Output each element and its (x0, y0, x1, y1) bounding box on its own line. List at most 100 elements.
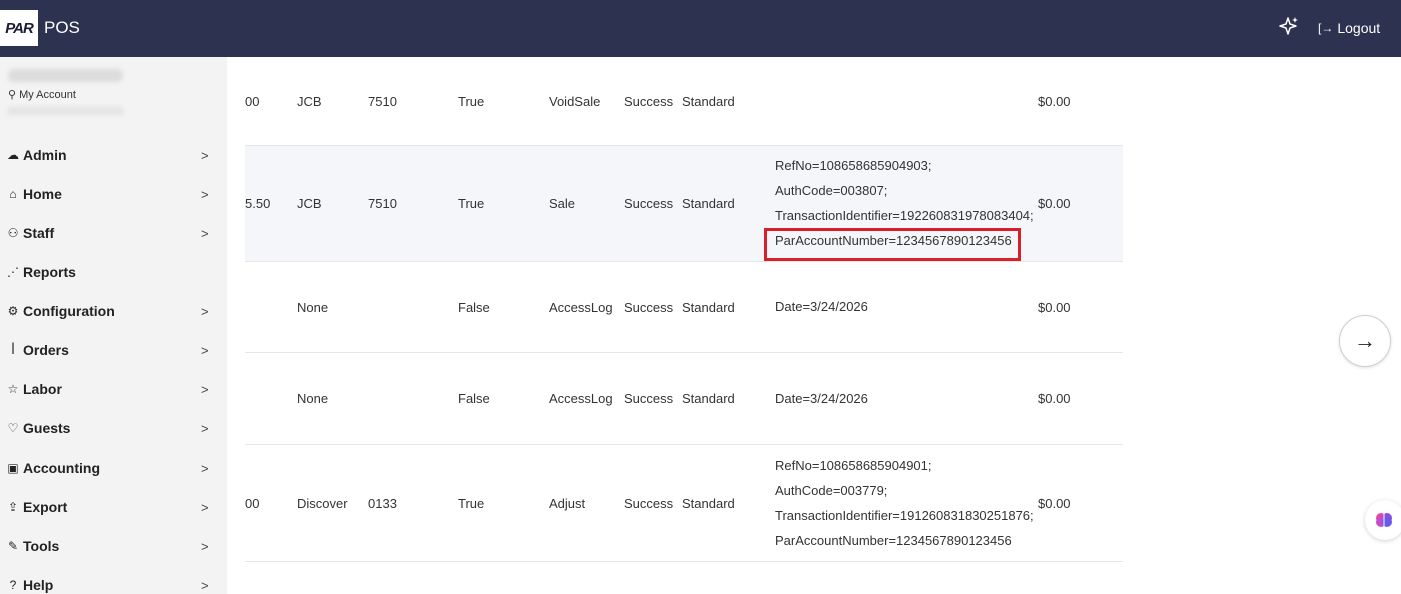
staff-icon: ⚇ (7, 226, 19, 240)
flag-cell: True (458, 94, 485, 109)
status-cell: Success (624, 391, 674, 406)
flag-cell: True (458, 196, 485, 211)
details-line: AuthCode=003779; (775, 483, 888, 498)
chevron-right-icon: > (201, 303, 209, 319)
details-line: Date=3/24/2026 (775, 391, 868, 406)
sidebar-item-home[interactable]: ⌂ Home > (0, 179, 227, 209)
sidebar: ⚲ My Account ☁ Admin > ⌂ Home > ⚇ Staff > ⋰ Report… (0, 57, 227, 594)
brain-icon (1376, 513, 1392, 527)
card-type-cell: JCB (297, 94, 322, 109)
sidebar-item-export[interactable]: ⇪ Export > (0, 492, 227, 522)
logo-text: PAR (5, 19, 34, 37)
sidebar-item-orders[interactable]: ꟾ Orders > (0, 335, 227, 365)
money-icon: ▣ (7, 461, 19, 475)
details-line: TransactionIdentifier=192260831978083404… (775, 208, 1034, 223)
table-row[interactable]: None False AccessLog Success Standard $0.00 Da… (245, 262, 1123, 353)
status-cell: Success (624, 300, 674, 315)
sidebar-item-label: Staff (23, 225, 55, 241)
last4-cell: 7510 (368, 94, 397, 109)
sidebar-item-accounting[interactable]: ▣ Accounting > (0, 453, 227, 483)
table-row[interactable]: None False AccessLog Success Standard $0.00 Da… (245, 353, 1123, 445)
sidebar-item-label: Export (23, 499, 68, 515)
tip-amount-cell: $0.00 (1038, 300, 1071, 315)
logout-icon: [→ (1318, 21, 1334, 35)
amount-cell: 00 (245, 496, 260, 511)
flag-cell: False (458, 391, 490, 406)
details-line: AuthCode=003807; (775, 183, 888, 198)
sidebar-item-guests[interactable]: ♡ Guests > (0, 413, 227, 443)
sidebar-item-help[interactable]: ? Help > (0, 570, 227, 594)
star-icon: ☆ (7, 382, 19, 396)
table-row[interactable]: 00 Discover 0133 True Adjust Success Standard $… (245, 445, 1123, 562)
sidebar-item-staff[interactable]: ⚇ Staff > (0, 218, 227, 248)
chevron-right-icon: > (201, 577, 209, 593)
account-id-redacted (8, 107, 123, 115)
sidebar-item-label: Accounting (23, 460, 100, 476)
sidebar-item-tools[interactable]: ✎ Tools > (0, 531, 227, 561)
status-cell: Success (624, 496, 674, 511)
tip-amount-cell: $0.00 (1038, 196, 1071, 211)
transaction-type-cell: Sale (549, 196, 576, 211)
table-row[interactable]: 00 JCB 7510 True VoidSale Success Standard $0.0… (245, 57, 1123, 146)
arrow-right-icon: → (1354, 328, 1376, 353)
assistant-button[interactable] (1365, 500, 1401, 540)
sidebar-item-label: Help (23, 577, 54, 593)
details-line: Date=3/24/2026 (775, 299, 868, 314)
chart-icon: ⋰ (7, 265, 19, 279)
home-icon: ⌂ (9, 187, 17, 201)
top-bar: PAR POS [→ Logout (0, 0, 1401, 57)
sidebar-item-admin[interactable]: ☁ Admin > (0, 140, 227, 170)
mode-cell: Standard (682, 94, 735, 109)
chevron-right-icon: > (201, 460, 209, 476)
chevron-right-icon: > (201, 381, 209, 397)
chevron-right-icon: > (201, 499, 209, 515)
amount-cell: 00 (245, 94, 260, 109)
transaction-type-cell: AccessLog (549, 300, 613, 315)
sidebar-item-label: Labor (23, 381, 62, 397)
last4-cell: 0133 (368, 496, 397, 511)
wrench-icon: ✎ (7, 539, 19, 553)
flag-cell: False (458, 300, 490, 315)
logout-button[interactable]: [→ Logout (1318, 20, 1380, 36)
chevron-right-icon: > (201, 225, 209, 241)
app-name: POS (44, 18, 80, 37)
status-cell: Success (624, 196, 674, 211)
next-page-button[interactable]: → (1339, 315, 1391, 367)
flag-cell: True (458, 496, 485, 511)
sidebar-item-configuration[interactable]: ⚙ Configuration > (0, 296, 227, 326)
cloud-icon: ☁ (7, 148, 19, 162)
chevron-right-icon: > (201, 420, 209, 436)
utensils-icon: ꟾ (11, 343, 15, 357)
transaction-type-cell: AccessLog (549, 391, 613, 406)
sidebar-item-label: Orders (23, 342, 69, 358)
transaction-type-cell: Adjust (549, 496, 586, 511)
sidebar-item-reports[interactable]: ⋰ Reports (0, 257, 227, 287)
user-icon: ⚲ (8, 89, 17, 101)
tip-amount-cell: $0.00 (1038, 94, 1071, 109)
chevron-right-icon: > (201, 342, 209, 358)
sidebar-item-labor[interactable]: ☆ Labor > (0, 374, 227, 404)
user-name-redacted (8, 69, 123, 82)
sparkle-icon[interactable] (1278, 15, 1300, 37)
chevron-right-icon: > (201, 186, 209, 202)
transaction-type-cell: VoidSale (549, 94, 601, 109)
sidebar-item-label: Tools (23, 538, 60, 554)
highlight-box (764, 228, 1021, 261)
chevron-right-icon: > (201, 147, 209, 163)
logout-label: Logout (1337, 20, 1381, 36)
amount-cell: 5.50 (245, 196, 271, 211)
details-line: RefNo=108658685904903; (775, 158, 932, 173)
help-icon: ? (9, 578, 17, 592)
sidebar-item-label: Home (23, 186, 62, 202)
sidebar-item-label: Configuration (23, 303, 115, 319)
par-logo[interactable]: PAR (0, 10, 38, 46)
tip-amount-cell: $0.00 (1038, 496, 1071, 511)
my-account-link[interactable]: ⚲ My Account (8, 88, 76, 102)
export-icon: ⇪ (7, 500, 19, 514)
sidebar-item-label: Admin (23, 147, 67, 163)
card-type-cell: None (297, 391, 329, 406)
status-cell: Success (624, 94, 674, 109)
mode-cell: Standard (682, 300, 735, 315)
details-line: ParAccountNumber=1234567890123456 (775, 533, 1012, 548)
card-type-cell: Discover (297, 496, 348, 511)
